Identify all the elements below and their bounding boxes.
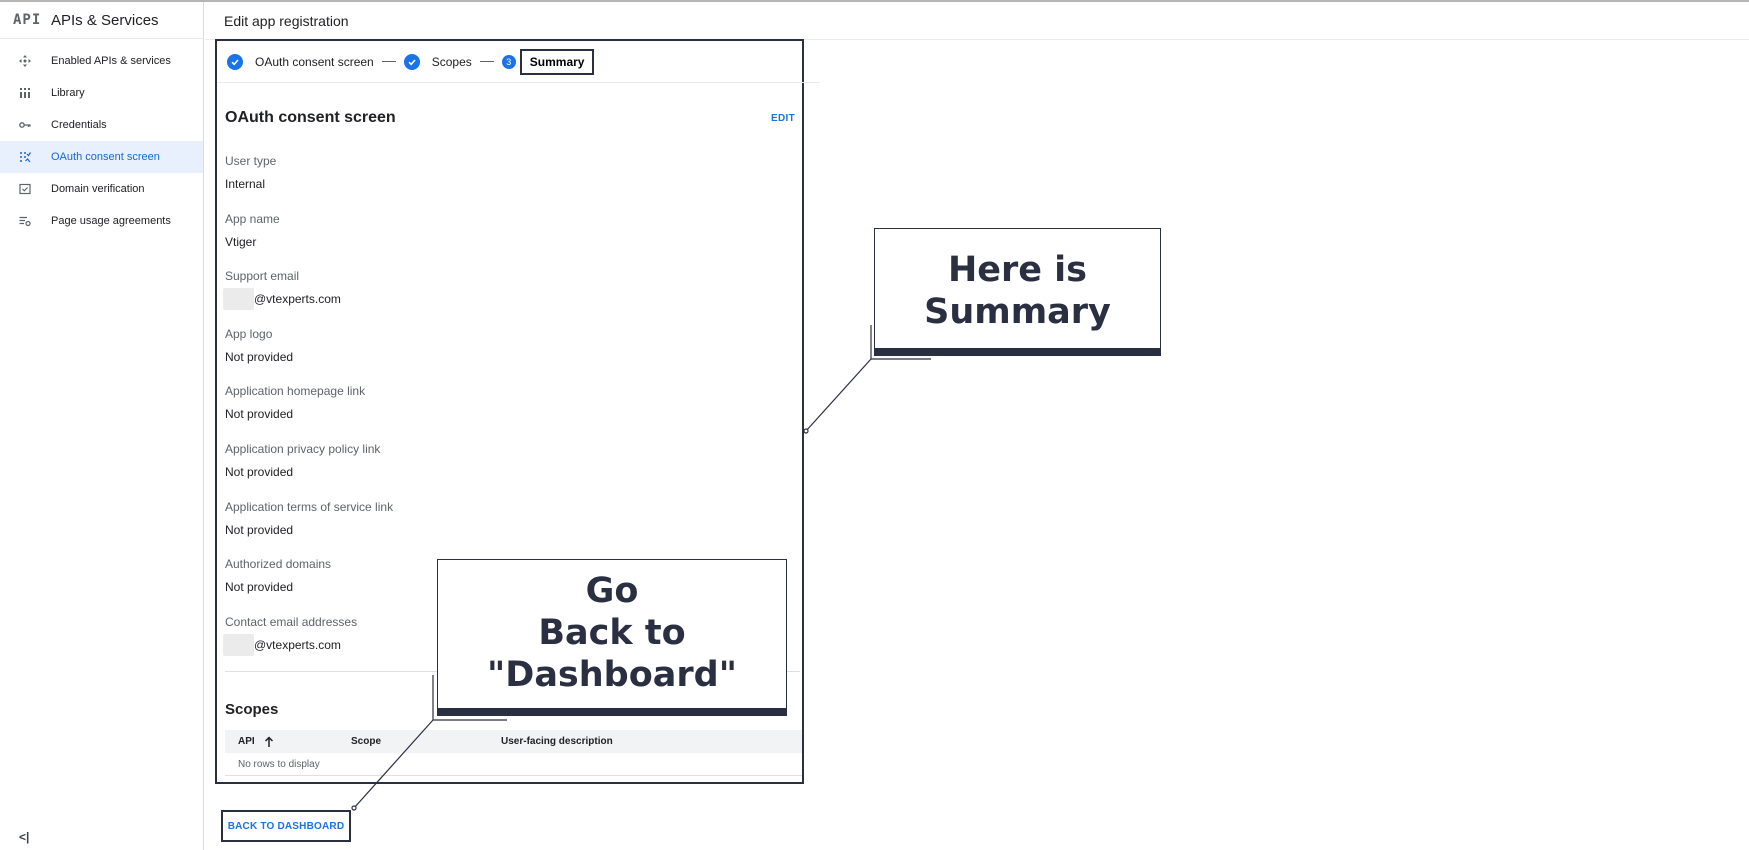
email-domain: @vtexperts.com	[254, 292, 341, 306]
callout-line: "Dashboard"	[487, 655, 737, 695]
edit-button[interactable]: EDIT	[771, 113, 795, 124]
step-number-badge: 3	[501, 54, 516, 69]
sidebar-item-label: Enabled APIs & services	[51, 55, 171, 67]
field-user-type: User type Internal	[225, 154, 276, 192]
redacted-block	[223, 288, 254, 310]
email-domain: @vtexperts.com	[254, 638, 341, 652]
step-connector	[381, 61, 396, 62]
scopes-title: Scopes	[225, 701, 279, 718]
field-label: Contact email addresses	[225, 615, 358, 629]
check-circle-icon	[227, 53, 243, 70]
field-support-email: Support email @vtexperts.com	[223, 269, 341, 310]
callout-line: Summary	[924, 292, 1111, 332]
step-label-current: Summary	[519, 48, 595, 75]
sidebar-item-label: Library	[51, 87, 85, 99]
step-connector	[479, 61, 494, 62]
field-label: User type	[225, 154, 277, 168]
summary-callout-anchor	[803, 428, 809, 434]
collapse-sidebar-icon[interactable]: <|	[19, 830, 29, 844]
sidebar-item-label: Credentials	[51, 119, 107, 131]
field-value: @vtexperts.com	[223, 634, 357, 656]
field-value: Not provided	[225, 350, 294, 364]
check-circle-icon	[403, 53, 420, 70]
sidebar-item-page-usage[interactable]: Page usage agreements	[0, 205, 203, 237]
summary-callout-pointer	[805, 358, 872, 432]
section-header: OAuth consent screen EDIT	[225, 109, 795, 127]
sidebar-item-label: Page usage agreements	[51, 215, 171, 227]
field-value: Internal	[225, 177, 266, 191]
field-label: Application terms of service link	[225, 500, 394, 514]
step-oauth-consent[interactable]: OAuth consent screen	[227, 53, 374, 70]
step-label: Scopes	[431, 54, 472, 69]
sidebar-item-credentials[interactable]: Credentials	[0, 109, 203, 141]
field-label: App logo	[225, 327, 273, 341]
field-app-name: App name Vtiger	[225, 212, 280, 250]
sidebar-item-library[interactable]: Library	[0, 77, 203, 109]
field-homepage-link: Application homepage link Not provided	[225, 384, 365, 422]
column-header-api[interactable]: API	[225, 735, 351, 748]
sidebar-item-label: OAuth consent screen	[51, 151, 160, 163]
field-value: @vtexperts.com	[223, 288, 341, 310]
section-title: OAuth consent screen	[225, 109, 396, 126]
field-privacy-policy-link: Application privacy policy link Not prov…	[225, 442, 380, 480]
step-scopes[interactable]: Scopes	[403, 53, 472, 70]
diamond-arrows-icon	[19, 55, 31, 67]
sort-arrow-up-icon	[264, 735, 273, 747]
dashboard-callout: Go Back to "Dashboard"	[437, 559, 787, 716]
library-grid-icon	[19, 87, 31, 99]
key-icon	[19, 119, 31, 131]
field-label: App name	[225, 212, 280, 226]
column-header-description[interactable]: User-facing description	[501, 736, 613, 747]
field-authorized-domains: Authorized domains Not provided	[225, 557, 331, 595]
field-value: Not provided	[225, 523, 294, 537]
field-label: Support email	[225, 269, 300, 283]
callout-line: Back to	[538, 613, 686, 653]
field-value: Not provided	[225, 465, 294, 479]
field-contact-emails: Contact email addresses @vtexperts.com	[223, 615, 358, 656]
field-value: Not provided	[225, 580, 294, 594]
field-value: Not provided	[225, 407, 294, 421]
field-label: Authorized domains	[225, 557, 332, 571]
sidebar-item-label: Domain verification	[51, 183, 145, 195]
redacted-block	[223, 634, 254, 656]
empty-table-row: No rows to display	[225, 753, 802, 776]
sidebar-item-enabled-apis[interactable]: Enabled APIs & services	[0, 45, 203, 77]
callout-line: Here is	[947, 250, 1088, 290]
step-label: OAuth consent screen	[255, 54, 374, 69]
column-header-scope[interactable]: Scope	[351, 736, 501, 747]
summary-callout: Here is Summary	[874, 228, 1161, 356]
field-terms-link: Application terms of service link Not pr…	[225, 500, 393, 538]
sidebar-item-oauth-consent[interactable]: OAuth consent screen	[0, 141, 203, 173]
scopes-table: API Scope User-facing description No row…	[225, 730, 802, 776]
product-title: APIs & Services	[51, 11, 159, 29]
back-to-dashboard-button[interactable]: BACK TO DASHBOARD	[221, 810, 351, 842]
sidebar-brand[interactable]: API APIs & Services	[0, 2, 203, 39]
callout-line: Go	[585, 571, 639, 611]
list-settings-icon	[19, 215, 31, 227]
field-value: Vtiger	[225, 235, 257, 249]
column-header-label: API	[238, 736, 255, 747]
field-label: Application homepage link	[225, 384, 366, 398]
consent-dots-icon	[19, 151, 31, 163]
field-label: Application privacy policy link	[225, 442, 381, 456]
field-app-logo: App logo Not provided	[225, 327, 293, 365]
step-summary[interactable]: 3 Summary	[501, 48, 595, 75]
dashboard-callout-anchor	[351, 805, 357, 811]
sidebar-nav: Enabled APIs & services Library Credenti…	[0, 45, 203, 237]
api-logo: API	[13, 12, 42, 28]
sidebar: API APIs & Services Enabled APIs & servi…	[0, 2, 204, 850]
sidebar-item-domain-verification[interactable]: Domain verification	[0, 173, 203, 205]
stepper: OAuth consent screen Scopes 3 Summary	[217, 41, 820, 83]
table-header-row: API Scope User-facing description	[225, 730, 802, 753]
page-header: Edit app registration	[205, 2, 1749, 40]
page-title: Edit app registration	[224, 12, 349, 29]
checkbox-icon	[19, 183, 31, 195]
